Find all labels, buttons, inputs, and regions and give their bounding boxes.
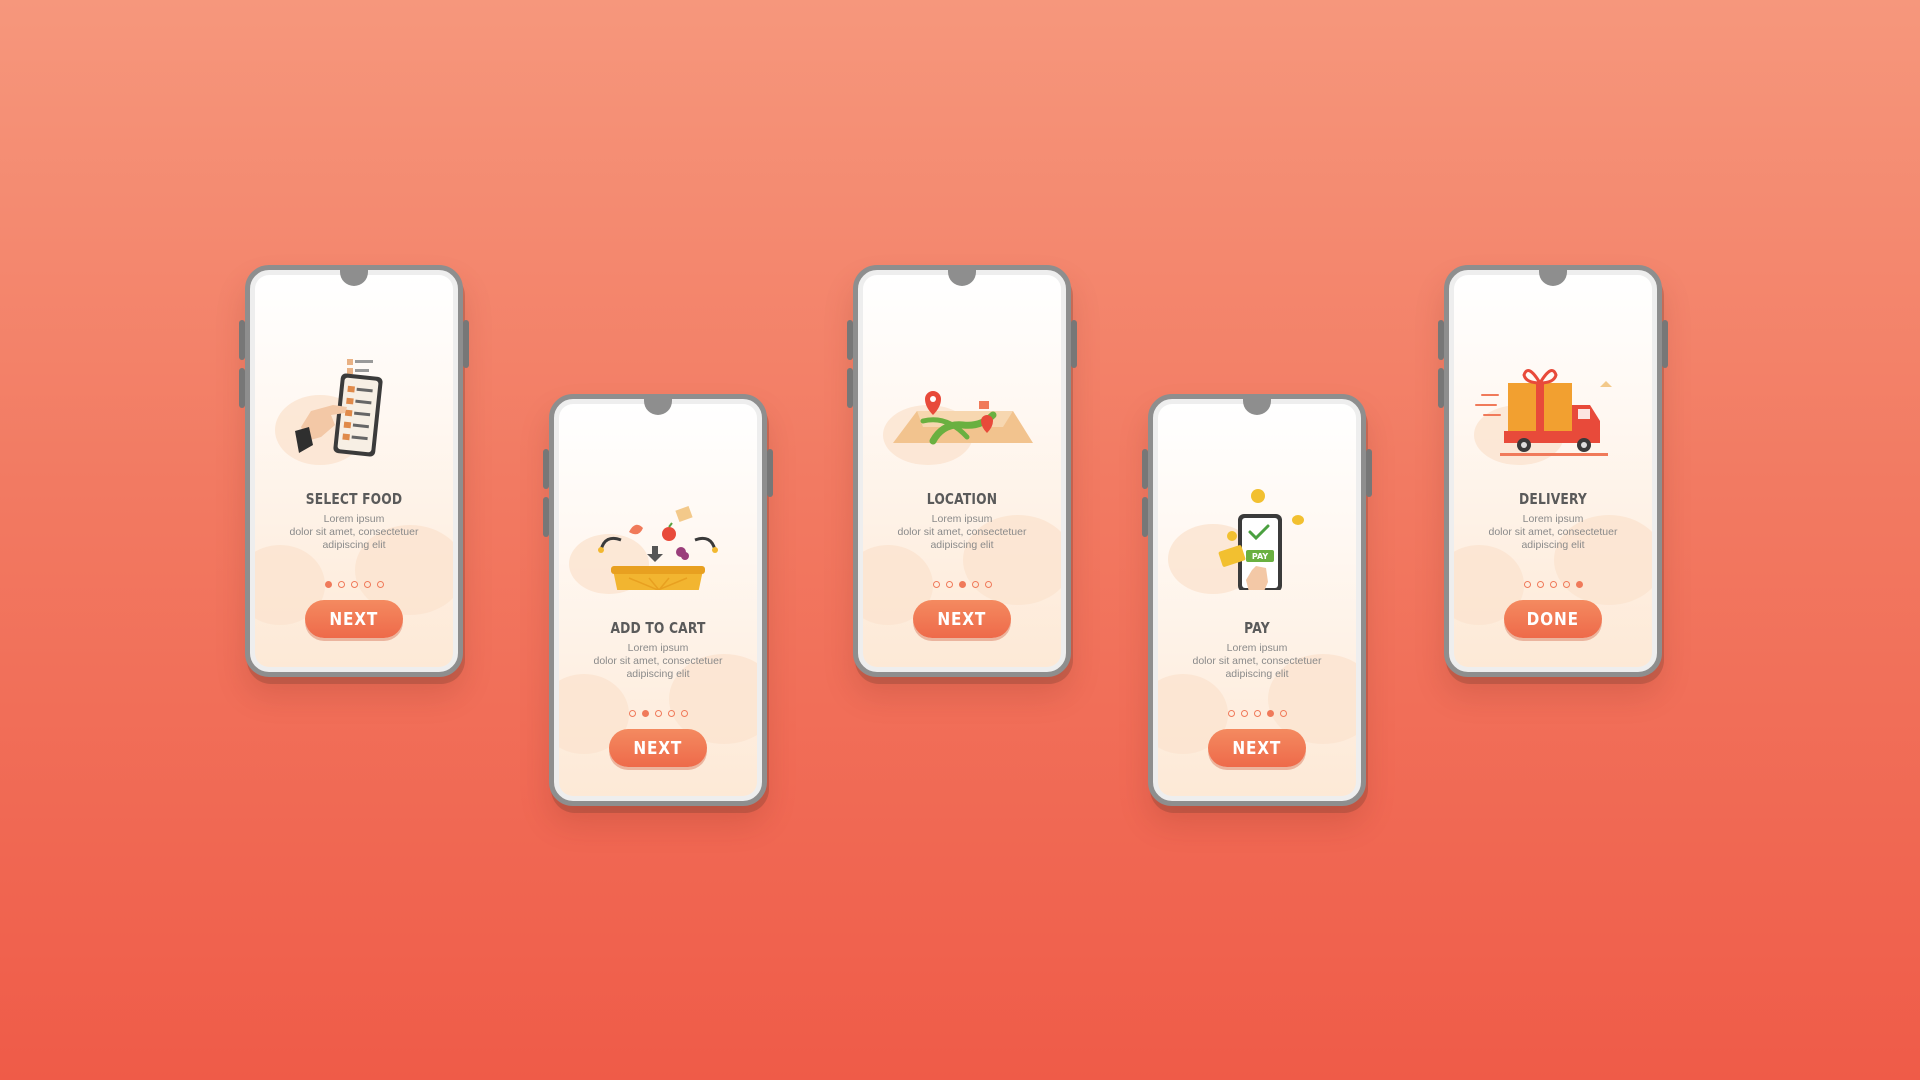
onboarding-phone-select-food: SELECT FOOD Lorem ipsum dolor sit amet, … [239,265,469,677]
page-dot-active [1266,710,1274,717]
delivery-truck-gift-icon [1475,369,1612,456]
onboarding-phone-delivery: DELIVERY Lorem ipsum dolor sit amet, con… [1438,265,1668,677]
phone-side-button [1662,320,1668,368]
screen-title: LOCATION [926,490,998,508]
phone-side-button [1438,320,1444,360]
page-dot [350,581,358,588]
onboarding-phone-pay: PAY PAY Lorem ipsum dolor sit amet, cons… [1142,394,1372,806]
page-dot [984,581,992,588]
page-indicator [863,575,1061,593]
pay-icon-label: PAY [1252,552,1269,561]
page-dot [1523,581,1531,588]
page-dot [1240,710,1248,717]
phone-screen: SELECT FOOD Lorem ipsum dolor sit amet, … [255,275,453,667]
page-dot-active [1575,581,1583,588]
map-route-pin-icon [893,391,1033,445]
phone-payment-icon: PAY [1218,489,1304,590]
phone-side-button [1071,320,1077,368]
phone-side-button [1366,449,1372,497]
phone-side-button [1438,368,1444,408]
phone-side-button [847,320,853,360]
screen-description: Lorem ipsum dolor sit amet, consectetuer… [593,642,723,680]
page-dot [945,581,953,588]
onboarding-phone-location: LOCATION Lorem ipsum dolor sit amet, con… [847,265,1077,677]
page-dot [1227,710,1235,717]
phone-side-button [847,368,853,408]
screen-title: PAY [1244,619,1270,637]
phone-side-button [767,449,773,497]
page-dot [680,710,688,717]
page-dot-active [958,581,966,588]
page-indicator [1454,575,1652,593]
phone-side-button [463,320,469,368]
phone-screen: ADD TO CART Lorem ipsum dolor sit amet, … [559,404,757,796]
page-dot [971,581,979,588]
screen-description: Lorem ipsum dolor sit amet, consectetuer… [1192,642,1322,680]
phone-side-button [239,368,245,408]
next-button[interactable]: NEXT [305,600,403,638]
screen-description: Lorem ipsum dolor sit amet, consectetuer… [289,513,419,551]
page-dot [654,710,662,717]
page-dot-active [324,581,332,588]
page-dot [1536,581,1544,588]
next-button[interactable]: NEXT [913,600,1011,638]
page-indicator [255,575,453,593]
page-dot [363,581,371,588]
phone-screen: PAY PAY Lorem ipsum dolor sit amet, cons… [1158,404,1356,796]
next-button[interactable]: NEXT [1208,729,1306,767]
hand-tapping-menu-phone-icon [295,359,383,457]
shopping-basket-icon [598,505,718,590]
screen-description: Lorem ipsum dolor sit amet, consectetuer… [897,513,1027,551]
onboarding-phone-add-to-cart: ADD TO CART Lorem ipsum dolor sit amet, … [543,394,773,806]
done-button[interactable]: DONE [1504,600,1602,638]
page-dot [628,710,636,717]
page-dot [667,710,675,717]
screen-title: ADD TO CART [610,619,706,637]
page-dot [1562,581,1570,588]
page-dot-active [641,710,649,717]
phone-side-button [1142,497,1148,537]
screen-title: DELIVERY [1519,490,1587,508]
page-dot [1549,581,1557,588]
page-dot [932,581,940,588]
phone-side-button [543,497,549,537]
page-dot [376,581,384,588]
page-dot [1253,710,1261,717]
page-indicator [559,704,757,722]
phone-side-button [543,449,549,489]
phone-screen: DELIVERY Lorem ipsum dolor sit amet, con… [1454,275,1652,667]
screen-description: Lorem ipsum dolor sit amet, consectetuer… [1488,513,1618,551]
page-indicator [1158,704,1356,722]
next-button[interactable]: NEXT [609,729,707,767]
phone-side-button [1142,449,1148,489]
page-dot [337,581,345,588]
screen-title: SELECT FOOD [305,490,403,508]
page-dot [1279,710,1287,717]
phone-screen: LOCATION Lorem ipsum dolor sit amet, con… [863,275,1061,667]
phone-side-button [239,320,245,360]
